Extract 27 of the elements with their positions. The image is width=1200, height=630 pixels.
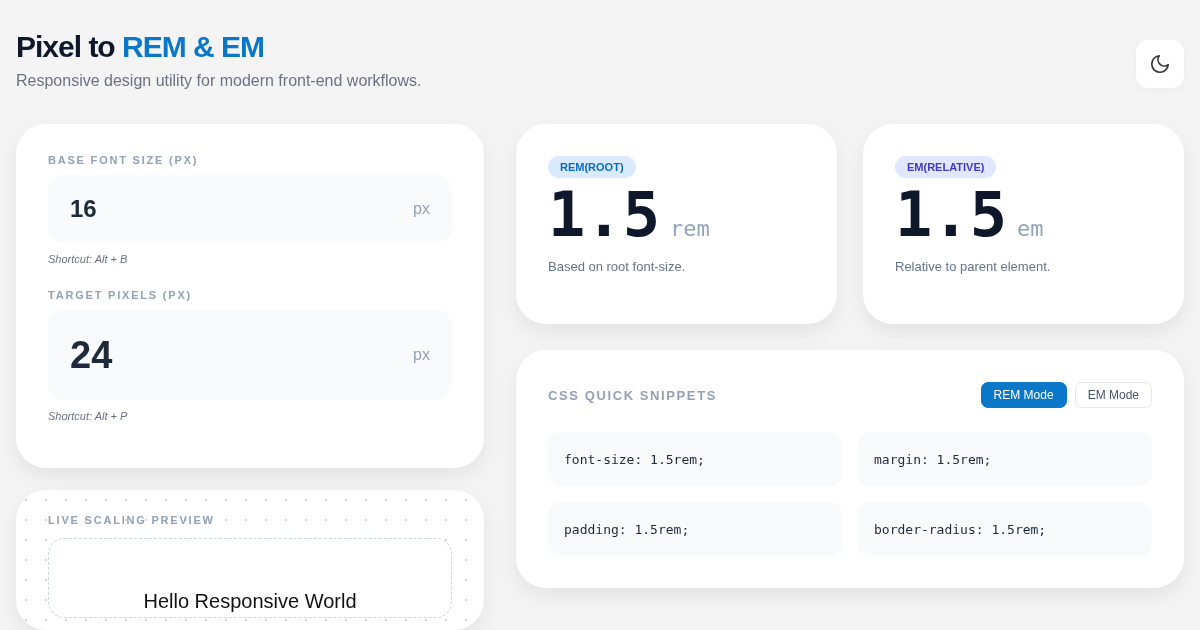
preview-text: Hello Responsive World: [143, 590, 357, 613]
code-snippet[interactable]: border-radius: 1.5rem;: [858, 502, 1152, 556]
result-note: Relative to parent element.: [895, 259, 1052, 275]
result-unit: em: [1017, 216, 1044, 241]
code-snippet[interactable]: padding: 1.5rem;: [548, 502, 842, 556]
moon-icon: [1149, 53, 1171, 75]
unit-badge: EM(RELATIVE): [895, 156, 997, 178]
field-label: TARGET PIXELS (PX): [48, 289, 194, 301]
field-label: BASE FONT SIZE (PX): [48, 154, 200, 166]
result-unit: rem: [670, 216, 710, 241]
app-subtitle: Responsive design utility for modern front-end workflows.: [16, 72, 422, 90]
mode-tab[interactable]: EM Mode: [1074, 382, 1152, 408]
result-value: 1.5: [548, 182, 660, 248]
result-value: 1.5: [895, 182, 1007, 248]
mode-tab[interactable]: REM Mode: [980, 382, 1067, 408]
shortcut-hint: Shortcut: Alt + B: [48, 253, 129, 265]
app-title: Pixel to REM & EM: [16, 30, 266, 64]
unit-badge: REM(ROOT): [548, 156, 636, 178]
shortcut-hint: Shortcut: Alt + P: [48, 410, 129, 422]
result-note: Based on root font-size.: [548, 259, 687, 275]
theme-toggle-button[interactable]: [1136, 40, 1184, 88]
number-input-field[interactable]: 24 px: [48, 310, 452, 400]
snippets-title: CSS QUICK SNIPPETS: [548, 387, 717, 403]
number-input-field[interactable]: 16 px: [48, 175, 452, 243]
code-snippet[interactable]: margin: 1.5rem;: [858, 432, 1152, 486]
code-snippet[interactable]: font-size: 1.5rem;: [548, 432, 842, 486]
preview-label: LIVE SCALING PREVIEW: [48, 514, 216, 526]
